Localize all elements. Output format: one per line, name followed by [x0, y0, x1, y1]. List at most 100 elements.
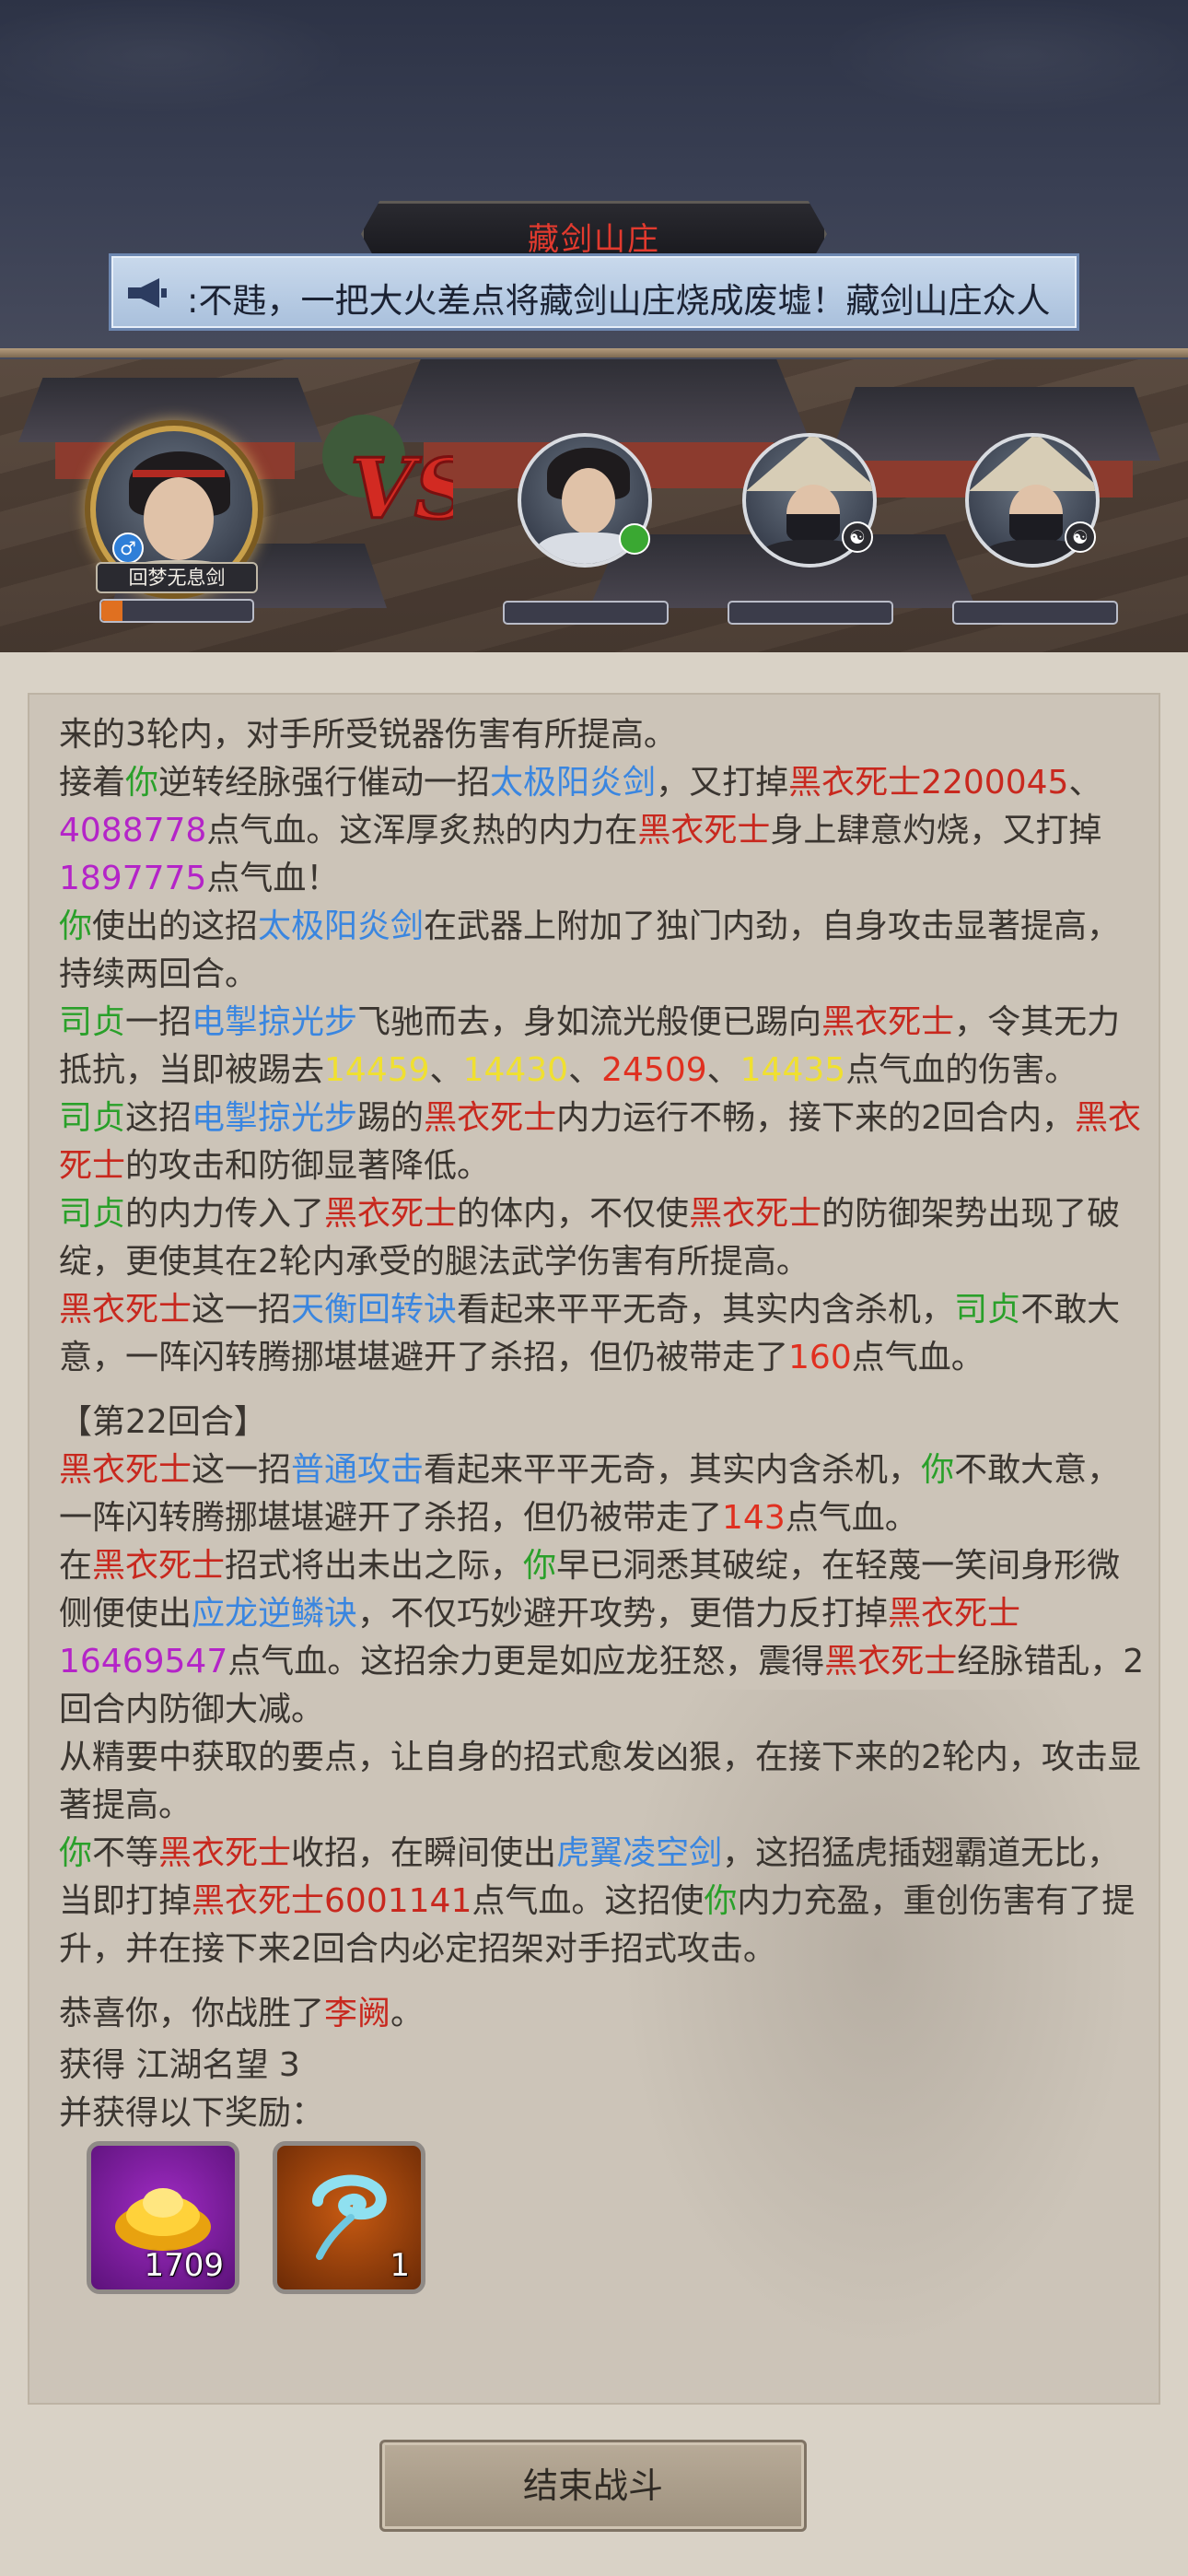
- log-segment: 电掣掠光步: [192, 1003, 358, 1041]
- log-segment: 身上肆意灼烧，又打掉: [770, 812, 1102, 849]
- log-segment: 点气血。: [851, 1339, 984, 1376]
- gold-ingot-icon: [115, 2188, 211, 2251]
- vs-emblem-icon: VS: [349, 439, 454, 540]
- log-line: 你不等黑衣死士收招，在瞬间使出虎翼凌空剑，这招猛虎插翅霸道无比，当即打掉黑衣死士…: [59, 1830, 1146, 1973]
- log-segment: 电掣掠光步: [192, 1099, 358, 1137]
- log-segment: 司贞: [59, 1003, 126, 1041]
- log-segment: 4088778: [59, 812, 207, 849]
- reward-item-cloud[interactable]: 1: [273, 2141, 425, 2294]
- log-segment: 看起来平平无奇，其实内含杀机，: [457, 1291, 955, 1329]
- battle-log-text: 来的3轮内，对手所受锐器伤害有所提高。接着你逆转经脉强行催动一招太极阳炎剑，又打…: [59, 711, 1146, 2137]
- blue-cloud-icon: [312, 2174, 387, 2260]
- log-segment: 6001141: [324, 1882, 472, 1920]
- log-segment: 160: [788, 1339, 852, 1376]
- log-line: 在黑衣死士招式将出未出之际，你早已洞悉其破绽，在轻蔑一笑间身形微侧便使出应龙逆鳞…: [59, 1542, 1146, 1734]
- log-segment: 李阙: [324, 1995, 391, 2032]
- log-segment: 看起来平平无奇，其实内含杀机，: [424, 1451, 922, 1489]
- log-segment: 踢的: [357, 1099, 425, 1137]
- log-segment: 黑衣死士: [324, 1195, 458, 1233]
- log-segment: 点气血。这浑厚炙热的内力在: [206, 812, 638, 849]
- log-segment: 获得 江湖名望 3: [59, 2046, 300, 2084]
- log-segment: 普通攻击: [291, 1451, 425, 1489]
- reward-list: 1709 1: [59, 2141, 611, 2298]
- log-line: 【第22回合】: [59, 1399, 1146, 1446]
- log-segment: 的内力传入了: [125, 1195, 325, 1233]
- log-line: 司贞的内力传入了黑衣死士的体内，不仅使黑衣死士的防御架势出现了破绽，更使其在2轮…: [59, 1190, 1146, 1286]
- yin-yang-icon: ☯: [1065, 521, 1096, 553]
- log-line: 黑衣死士这一招天衡回转诀看起来平平无奇，其实内含杀机，司贞不敢大意，一阵闪转腾挪…: [59, 1286, 1146, 1382]
- log-segment: 你: [59, 907, 93, 945]
- log-segment: 逆转经脉强行催动一招: [158, 764, 491, 802]
- player-hp-fill: [101, 601, 122, 621]
- header-divider: [0, 348, 1188, 357]
- log-segment: 黑衣死士: [689, 1195, 822, 1233]
- log-segment: 14459: [324, 1051, 430, 1089]
- reward-count: 1709: [144, 2247, 224, 2284]
- player-name: 回梦无息剑: [96, 562, 258, 593]
- log-segment: 14430: [462, 1051, 569, 1089]
- log-line: 你使出的这招太极阳炎剑在武器上附加了独门内劲，自身攻击显著提高，持续两回合。: [59, 903, 1146, 999]
- log-segment: 太极阳炎剑: [490, 764, 657, 802]
- sword-class-icon: [619, 523, 650, 555]
- log-segment: 从精要中获取的要点，让自身的招式愈发凶狠，在接下来的2轮内，攻击显著提高。: [59, 1739, 1141, 1824]
- log-segment: 2200045: [921, 764, 1069, 802]
- log-line: 司贞一招电掣掠光步飞驰而去，身如流光般便已踢向黑衣死士，令其无力抵抗，当即被踢去…: [59, 999, 1146, 1095]
- headband: [133, 470, 225, 477]
- log-segment: 、: [1068, 764, 1102, 802]
- log-segment: 黑衣死士: [824, 1643, 958, 1680]
- log-segment: 这一招: [192, 1451, 292, 1489]
- log-segment: 司贞: [59, 1099, 126, 1137]
- log-segment: 不等: [92, 1834, 159, 1872]
- log-line: 从精要中获取的要点，让自身的招式愈发凶狠，在接下来的2轮内，攻击显著提高。: [59, 1734, 1146, 1830]
- log-segment: 、: [568, 1051, 602, 1089]
- log-segment: 点气血。: [785, 1499, 918, 1537]
- log-segment: ，不仅巧妙避开攻势，更借力反打掉: [357, 1595, 889, 1633]
- log-segment: 你: [704, 1882, 738, 1920]
- log-segment: 黑衣死士: [424, 1099, 557, 1137]
- end-battle-button[interactable]: 结束战斗: [379, 2440, 807, 2532]
- log-segment: 黑衣死士: [788, 764, 922, 802]
- log-segment: 天衡回转诀: [291, 1291, 458, 1329]
- log-segment: 应龙逆鳞诀: [192, 1595, 358, 1633]
- log-segment: 恭喜你，你战胜了: [59, 1995, 325, 2032]
- reward-item-gold[interactable]: 1709: [87, 2141, 239, 2294]
- log-segment: 并获得以下奖励：: [59, 2094, 325, 2132]
- log-segment: 你: [523, 1547, 557, 1585]
- log-line: 恭喜你，你战胜了李阙。: [59, 1990, 1146, 2038]
- vs-label: VS: [350, 440, 453, 538]
- log-line: 来的3轮内，对手所受锐器伤害有所提高。: [59, 711, 1146, 759]
- log-segment: 招式将出未出之际，: [225, 1547, 524, 1585]
- log-segment: 黑衣死士: [92, 1547, 226, 1585]
- log-segment: 、: [429, 1051, 463, 1089]
- log-segment: 司贞: [954, 1291, 1021, 1329]
- log-segment: 飞驰而去，身如流光般便已踢向: [357, 1003, 822, 1041]
- log-line: 黑衣死士这一招普通攻击看起来平平无奇，其实内含杀机，你不敢大意，一阵闪转腾挪堪堪…: [59, 1446, 1146, 1542]
- log-segment: ，又打掉: [656, 764, 789, 802]
- log-segment: 1897775: [59, 860, 207, 897]
- log-segment: 太极阳炎剑: [258, 907, 425, 945]
- location-title: 藏剑山庄: [528, 221, 660, 258]
- enemy-hp-bar-3: [952, 601, 1118, 625]
- log-segment: 、: [706, 1051, 740, 1089]
- announcement-text: :不韪，一把大火差点将藏剑山庄烧成废墟！藏剑山庄众人: [187, 281, 1051, 321]
- log-line: 接着你逆转经脉强行催动一招太极阳炎剑，又打掉黑衣死士2200045、408877…: [59, 759, 1146, 903]
- log-segment: 虎翼凌空剑: [556, 1834, 723, 1872]
- log-segment: 黑衣死士: [158, 1834, 292, 1872]
- log-line: 并获得以下奖励：: [59, 2090, 1146, 2137]
- log-segment: 【第22回合】: [59, 1403, 267, 1441]
- log-line: 获得 江湖名望 3: [59, 2042, 1146, 2090]
- log-segment: 黑衣死士: [888, 1595, 1021, 1633]
- log-segment: 你: [921, 1451, 955, 1489]
- log-segment: 点气血的伤害。: [845, 1051, 1078, 1089]
- enemy-hp-bar-1: [503, 601, 669, 625]
- log-segment: 使出的这招: [92, 907, 259, 945]
- log-segment: 来的3轮内，对手所受锐器伤害有所提高。: [59, 716, 677, 754]
- portrait-face: [562, 468, 615, 534]
- log-segment: 黑衣死士: [821, 1003, 955, 1041]
- log-segment: 点气血！: [206, 860, 340, 897]
- battle-log-panel[interactable]: 来的3轮内，对手所受锐器伤害有所提高。接着你逆转经脉强行催动一招太极阳炎剑，又打…: [28, 693, 1160, 2405]
- log-segment: 一招: [125, 1003, 192, 1041]
- enemy-hp-bar-2: [728, 601, 893, 625]
- roof: [387, 359, 810, 442]
